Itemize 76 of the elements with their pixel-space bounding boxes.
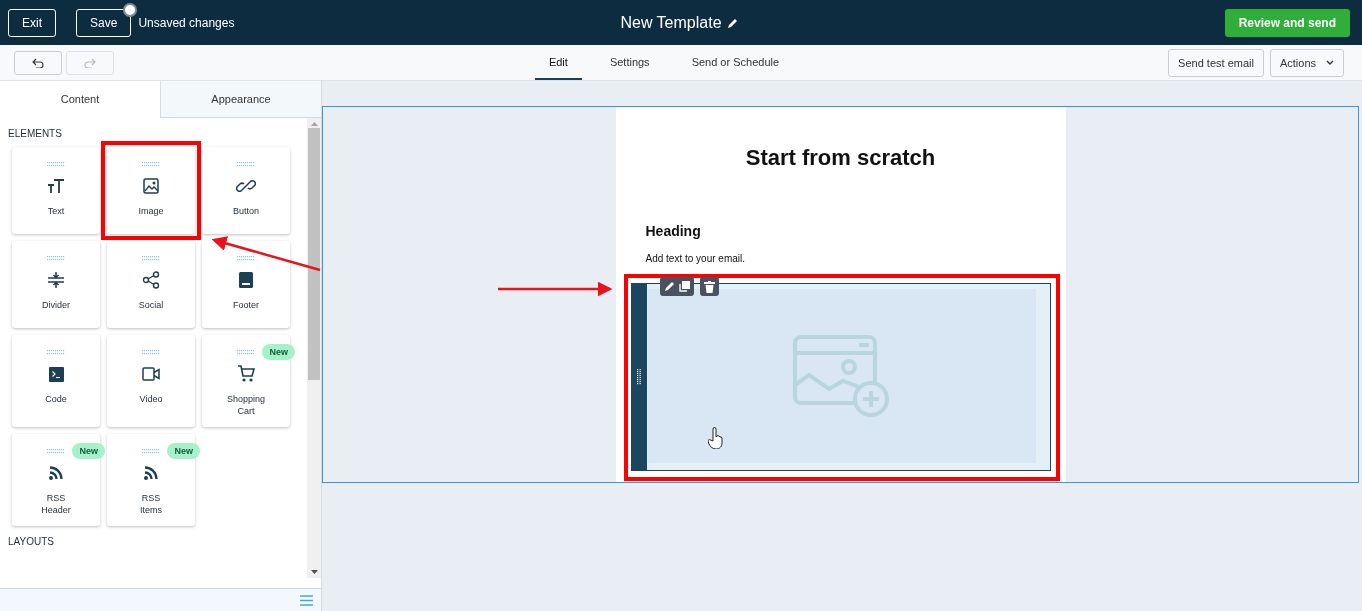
delete-button[interactable] bbox=[699, 277, 719, 296]
pencil-icon bbox=[663, 281, 675, 292]
element-tile[interactable]: Text bbox=[12, 147, 100, 234]
new-badge: New bbox=[262, 344, 295, 360]
tile-label: Video bbox=[139, 393, 163, 405]
tile-label: RSS Header bbox=[40, 492, 72, 516]
pencil-icon[interactable] bbox=[727, 17, 738, 28]
rss-icon bbox=[49, 466, 63, 480]
editor-tab[interactable]: Send or Schedule bbox=[677, 45, 794, 80]
tile-label: Shopping Cart bbox=[226, 393, 266, 417]
menu-icon[interactable] bbox=[300, 594, 313, 606]
drag-handle-icon bbox=[142, 449, 160, 454]
actions-menu[interactable]: Actions bbox=[1269, 48, 1344, 77]
email-title: Start from scratch bbox=[744, 145, 937, 171]
divider-icon bbox=[47, 272, 65, 288]
element-tile[interactable]: Image bbox=[107, 147, 195, 234]
tile-label: Divider bbox=[42, 299, 70, 311]
panel-tab[interactable]: Appearance bbox=[160, 81, 321, 118]
image-icon bbox=[143, 178, 159, 194]
drag-handle-icon bbox=[237, 350, 255, 355]
exit-button[interactable]: Exit bbox=[8, 8, 56, 37]
section-heading: ELEMENTS bbox=[8, 128, 63, 139]
drag-handle-icon bbox=[237, 162, 255, 167]
video-camera-icon bbox=[142, 367, 160, 381]
element-tile[interactable]: Button bbox=[202, 147, 290, 234]
template-title: New Template bbox=[620, 13, 722, 32]
trash-icon bbox=[703, 280, 715, 293]
rss-icon bbox=[144, 466, 158, 480]
copy-icon bbox=[678, 281, 690, 292]
drag-handle-icon bbox=[237, 256, 255, 261]
drag-handle[interactable] bbox=[631, 284, 647, 470]
drag-handle-icon bbox=[47, 162, 65, 167]
add-image-icon bbox=[792, 335, 891, 417]
footer-icon bbox=[239, 272, 253, 288]
tile-label: Social bbox=[138, 299, 164, 311]
new-badge: New bbox=[72, 443, 105, 459]
link-icon bbox=[236, 177, 256, 195]
tile-label: RSS Items bbox=[139, 492, 163, 516]
caret-icon bbox=[1326, 60, 1334, 65]
drag-handle-icon bbox=[47, 350, 65, 355]
cart-icon bbox=[237, 365, 255, 383]
drag-handle-icon bbox=[142, 162, 160, 167]
edit-copy-button[interactable] bbox=[659, 277, 694, 296]
element-tile[interactable]: Code bbox=[12, 335, 100, 427]
drag-handle-icon bbox=[47, 449, 65, 454]
hand-cursor-icon bbox=[707, 427, 724, 449]
tile-label: Footer bbox=[233, 299, 259, 311]
element-tile[interactable]: Footer bbox=[202, 241, 290, 328]
tile-label: Text bbox=[47, 205, 65, 217]
scroll-up-icon[interactable] bbox=[310, 122, 318, 126]
element-tile[interactable]: Video bbox=[107, 335, 195, 427]
drag-handle-icon bbox=[47, 256, 65, 261]
element-tile[interactable]: Divider bbox=[12, 241, 100, 328]
drag-handle-icon bbox=[142, 350, 160, 355]
drag-handle-icon bbox=[142, 256, 160, 261]
email-text: Add text to your email. bbox=[645, 253, 746, 264]
scroll-down-icon[interactable] bbox=[310, 570, 318, 574]
email-section[interactable]: Start from scratch Heading Add text to your email. bbox=[322, 106, 1359, 483]
tile-label: Image bbox=[138, 205, 164, 217]
text-size-icon bbox=[47, 178, 65, 194]
share-icon bbox=[142, 271, 160, 289]
terminal-icon bbox=[48, 366, 64, 382]
section-heading: LAYOUTS bbox=[8, 536, 55, 547]
element-tile[interactable]: Social bbox=[107, 241, 195, 328]
send-test-email-button[interactable]: Send test email bbox=[1168, 48, 1264, 77]
editor-tab[interactable]: Settings bbox=[595, 45, 664, 80]
email-heading: Heading bbox=[645, 223, 702, 239]
undo-button[interactable] bbox=[14, 50, 62, 75]
save-status: Unsaved changes bbox=[138, 15, 235, 30]
grip-icon bbox=[637, 369, 641, 385]
undo-icon bbox=[32, 57, 44, 68]
tile-label: Button bbox=[233, 205, 259, 217]
new-badge: New bbox=[167, 443, 200, 459]
tile-label: Code bbox=[45, 393, 67, 405]
redo-icon bbox=[84, 57, 96, 68]
scrollbar[interactable] bbox=[307, 118, 321, 578]
